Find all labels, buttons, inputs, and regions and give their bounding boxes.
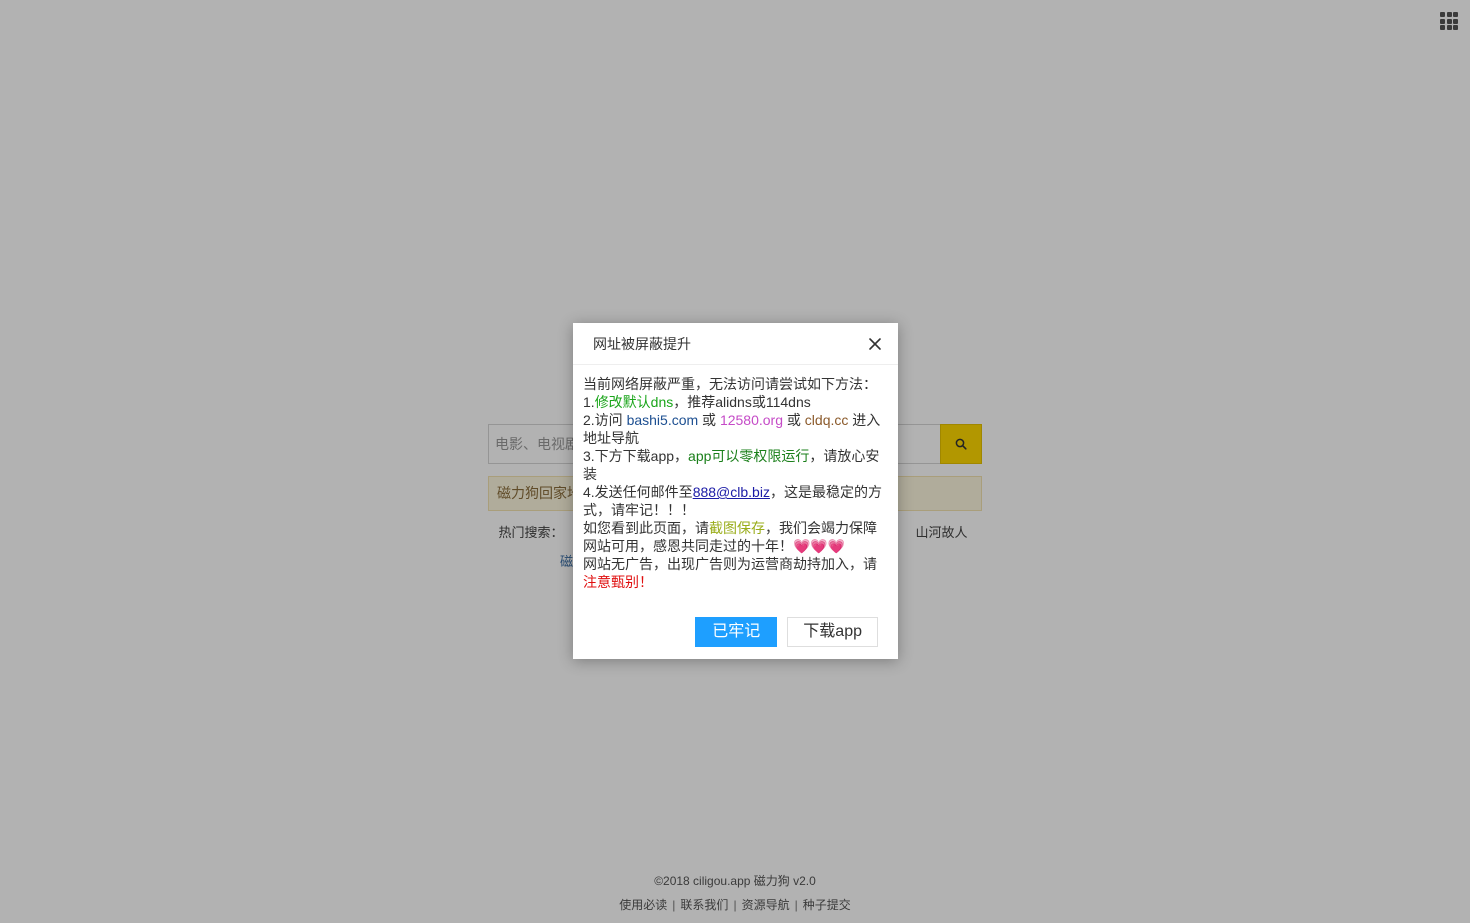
email-link[interactable]: 888@clb.biz [693, 484, 770, 500]
modal-line-5: 如您看到此页面，请截图保存，我们会竭力保障网站可用，感恩共同走过的十年！💗💗💗 [583, 519, 888, 555]
line-text: 网站无广告，出现广告则为运营商劫持加入，请 [583, 556, 877, 572]
confirm-button[interactable]: 已牢记 [695, 617, 778, 647]
modal-line-6: 网站无广告，出现广告则为运营商劫持加入，请注意甄别！ [583, 555, 888, 591]
notice-modal: 网址被屏蔽提升 当前网络屏蔽严重，无法访问请尝试如下方法： 1.修改默认dns，… [573, 323, 898, 659]
modal-title: 网址被屏蔽提升 [593, 336, 691, 352]
modal-line-3: 3.下方下载app，app可以零权限运行，请放心安装 [583, 447, 888, 483]
line-text: 1. [583, 394, 595, 410]
line-text: 或 [783, 412, 805, 428]
page: 磁力狗回家地 热门搜索： 凶 山河故人 磁 ©2018 ciligou.app … [0, 0, 1470, 923]
line-text: 4.发送任何邮件至 [583, 484, 693, 500]
modal-body: 当前网络屏蔽严重，无法访问请尝试如下方法： 1.修改默认dns，推荐alidns… [573, 365, 898, 591]
line-highlight: 修改默认dns [594, 394, 674, 410]
modal-footer: 已牢记 下载app [695, 617, 878, 647]
line-text: 2.访问 [583, 412, 627, 428]
close-icon[interactable] [868, 337, 882, 351]
site-link-3[interactable]: cldq.cc [805, 412, 849, 428]
line-highlight: 截图保存 [709, 520, 765, 536]
site-link-2[interactable]: 12580.org [720, 412, 783, 428]
modal-line-4: 4.发送任何邮件至888@clb.biz，这是最稳定的方式，请牢记！！！ [583, 483, 888, 519]
download-app-button[interactable]: 下载app [787, 617, 878, 647]
line-text: 或 [698, 412, 720, 428]
site-link-1[interactable]: bashi5.com [627, 412, 699, 428]
line-text: 3.下方下载app， [583, 448, 689, 464]
modal-line-2: 2.访问 bashi5.com 或 12580.org 或 cldq.cc 进入… [583, 411, 888, 447]
modal-intro: 当前网络屏蔽严重，无法访问请尝试如下方法： [583, 376, 877, 392]
line-highlight: app可以零权限运行 [688, 448, 810, 464]
modal-header: 网址被屏蔽提升 [573, 323, 898, 365]
modal-line-1: 1.修改默认dns，推荐alidns或114dns [583, 393, 888, 411]
line-text: ，推荐alidns或114dns [673, 394, 811, 410]
line-text: 如您看到此页面，请 [583, 520, 709, 536]
line-highlight: 注意甄别！ [583, 574, 653, 590]
